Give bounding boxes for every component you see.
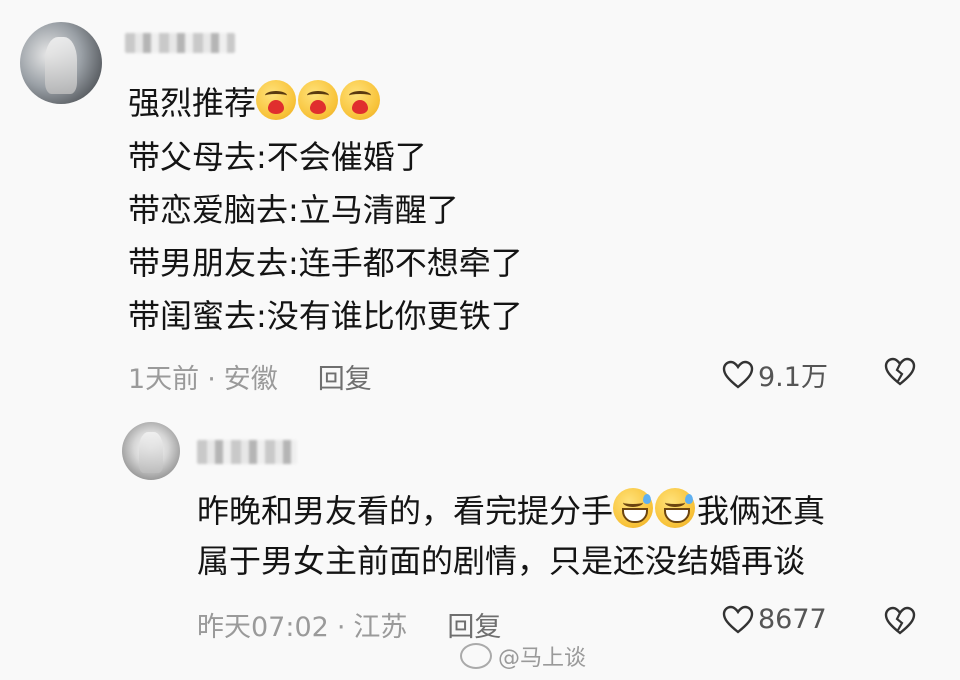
comment-meta: 昨天07:02 · 江苏 回复	[197, 605, 501, 644]
comment-text-line-3: 带恋爱脑去:立马清醒了	[128, 191, 459, 229]
laughing-sweat-emoji	[613, 488, 654, 528]
weibo-icon	[460, 643, 492, 669]
avatar[interactable]	[20, 22, 102, 104]
like-button[interactable]: 9.1万	[722, 355, 828, 394]
broken-heart-icon	[884, 357, 916, 386]
dislike-button[interactable]	[884, 606, 916, 640]
heart-face-emoji	[340, 80, 381, 120]
heart-face-emoji	[256, 80, 297, 120]
avatar[interactable]	[122, 422, 180, 480]
reply-text: 我俩还真	[697, 492, 826, 530]
like-button[interactable]: 8677	[722, 604, 827, 635]
watermark: @马上谈	[460, 640, 586, 672]
username-blurred[interactable]	[125, 33, 235, 53]
heart-face-emoji	[298, 80, 339, 120]
watermark-text: @马上谈	[498, 646, 587, 671]
comment-text-line-5: 带闺蜜去:没有谁比你更铁了	[128, 297, 523, 335]
reply-button[interactable]: 回复	[447, 612, 501, 643]
comment-meta: 1天前 · 安徽 回复	[128, 357, 372, 396]
reply-text-line-1: 昨晚和男友看的，看完提分手 我俩还真	[197, 488, 825, 531]
broken-heart-icon	[884, 606, 916, 635]
heart-icon	[722, 605, 754, 634]
comment-text: 强烈推荐	[128, 84, 257, 122]
comment-time: 1天前	[128, 364, 200, 395]
comment-text-line-4: 带男朋友去:连手都不想牵了	[128, 244, 523, 282]
like-count: 9.1万	[758, 362, 828, 393]
reply-button[interactable]: 回复	[318, 364, 372, 395]
username-blurred[interactable]	[197, 440, 297, 464]
reply-text-line-2: 属于男女主前面的剧情，只是还没结婚再谈	[197, 542, 806, 580]
comment-time: 昨天07:02	[197, 612, 329, 643]
comment-text-line-1: 强烈推荐	[128, 80, 382, 123]
laughing-sweat-emoji	[655, 488, 696, 528]
heart-icon	[722, 360, 754, 389]
reply-text: 昨晚和男友看的，看完提分手	[197, 492, 614, 530]
comment-location: 江苏	[353, 612, 408, 643]
meta-separator: ·	[336, 612, 346, 643]
like-count: 8677	[758, 604, 827, 635]
comment-text-line-2: 带父母去:不会催婚了	[128, 138, 427, 176]
dislike-button[interactable]	[884, 357, 916, 391]
meta-separator: ·	[207, 364, 216, 395]
comment-location: 安徽	[223, 364, 278, 395]
